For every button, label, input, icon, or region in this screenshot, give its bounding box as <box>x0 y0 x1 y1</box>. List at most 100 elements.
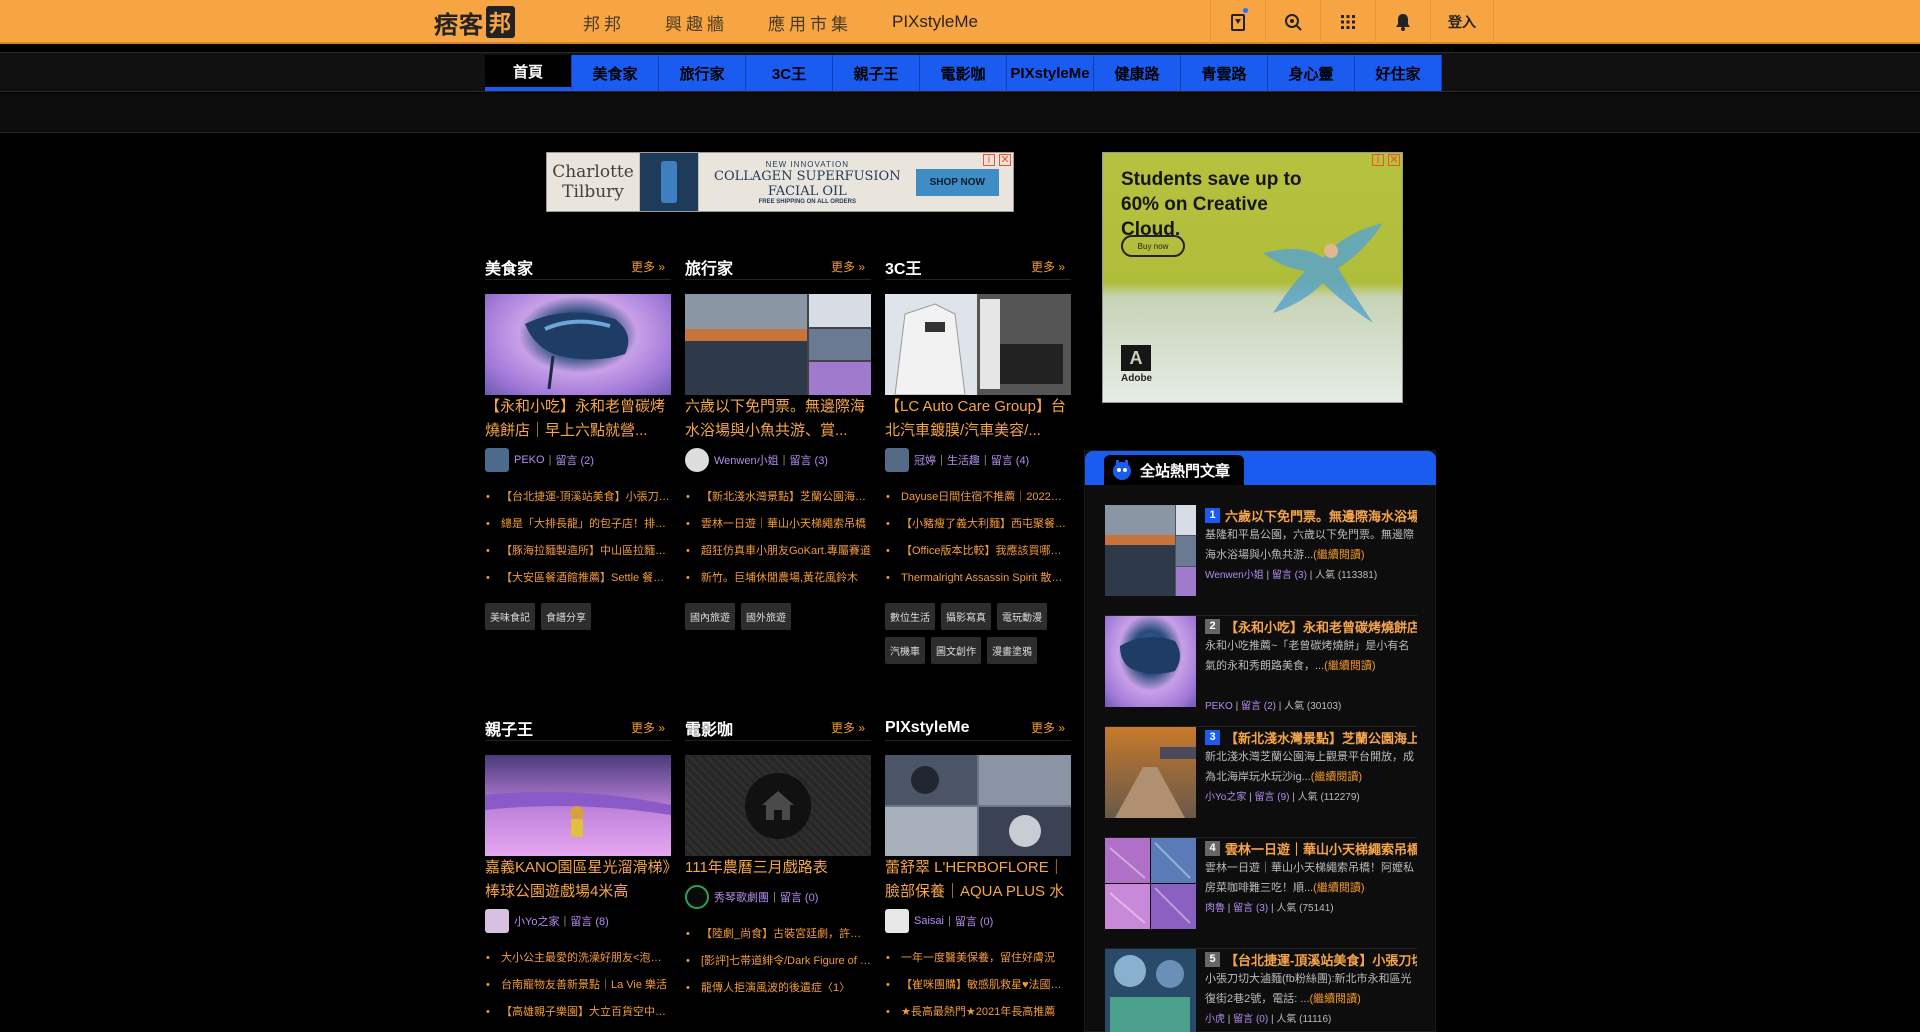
list-item[interactable]: 超狂仿真車小朋友GoKart.專屬賽道 <box>685 538 871 565</box>
top-nav-bangbang[interactable]: 邦邦 <box>583 10 625 35</box>
avatar[interactable] <box>885 448 909 472</box>
list-item[interactable]: 【台北捷運-頂溪站美食】小張刀切大滷麵(fb粉絲團) <box>485 484 671 511</box>
avatar[interactable] <box>485 448 509 472</box>
list-item[interactable]: 雲林一日遊｜華山小天梯繩索吊橋 <box>685 511 871 538</box>
list-item[interactable]: Dayuse日間住宿不推薦｜2022心得 <box>885 484 1071 511</box>
author-link[interactable]: Wenwen小姐 <box>1205 570 1264 581</box>
tag[interactable]: 食譜分享 <box>541 603 591 630</box>
comments-link[interactable]: 留言 (3) <box>1272 570 1307 581</box>
post-title-link[interactable]: 嘉義KANO園區星光溜滑梯》棒球公園遊戲場4米高 <box>485 859 670 900</box>
tab-home[interactable]: 首頁 <box>485 55 572 91</box>
author-link[interactable]: PEKO <box>514 454 545 466</box>
author-link[interactable]: 冠婷 <box>914 452 936 468</box>
comments-link[interactable]: 留言 (2) <box>1241 701 1276 712</box>
comments-link[interactable]: 留言 (3) <box>1233 903 1268 914</box>
avatar[interactable] <box>685 448 709 472</box>
hot-article-title[interactable]: 2 【永和小吃】永和老曾碳烤燒餅店 <box>1205 616 1417 636</box>
hot-article[interactable]: 5 【台北捷運-頂溪站美食】小張刀切 小張刀切大滷麵(fb粉絲團):新北市永和區光… <box>1105 949 1417 1032</box>
hot-article-thumbnail[interactable] <box>1105 505 1196 596</box>
banner-ad-top[interactable]: Charlotte Tilbury NEW INNOVATION COLLAGEN… <box>546 152 1014 212</box>
hot-article[interactable]: 3 【新北淺水灣景點】芝蘭公園海上 新北淺水灣芝蘭公園海上觀景平台開放，成為北海岸… <box>1105 727 1417 838</box>
comments-link[interactable]: 留言 (2) <box>555 452 594 468</box>
post-title-link[interactable]: 【LC Auto Care Group】台北汽車鍍膜/汽車美容/... <box>885 398 1066 439</box>
banner-ad-side[interactable]: Students save up to 60% on Creative Clou… <box>1102 152 1403 403</box>
hot-article[interactable]: 4 雲林一日遊｜華山小天梯繩索吊橋 雲林一日遊｜華山小天梯繩索吊橋！阿嬤私房菜咖啡… <box>1105 838 1417 949</box>
post-title-link[interactable]: 111年農曆三月戲路表 <box>685 859 828 876</box>
tag[interactable]: 美味食記 <box>485 603 535 630</box>
comments-link[interactable]: 留言 (3) <box>789 452 828 468</box>
more-link[interactable]: 更多 » <box>831 258 871 275</box>
tab-pixstyleme[interactable]: PIXstyleMe <box>1007 55 1094 91</box>
more-link[interactable]: 更多 » <box>1031 719 1071 736</box>
ad-info-icon[interactable]: i <box>1372 154 1384 166</box>
hot-article-thumbnail[interactable] <box>1105 727 1196 818</box>
hot-article-thumbnail[interactable] <box>1105 949 1196 1032</box>
list-item[interactable]: 【小豬瘦了義大利麵】西屯聚餐推薦 <box>885 511 1071 538</box>
hot-article-thumbnail[interactable] <box>1105 838 1196 929</box>
tab-food[interactable]: 美食家 <box>572 55 659 91</box>
tag[interactable]: 汽機車 <box>885 637 925 664</box>
avatar[interactable] <box>485 909 509 933</box>
comments-link[interactable]: 留言 (0) <box>780 889 819 905</box>
list-item[interactable]: 【Office版本比較】我應該買哪一版 <box>885 538 1071 565</box>
login-button[interactable]: 登入 <box>1430 0 1494 44</box>
tag[interactable]: 國內旅遊 <box>685 603 735 630</box>
more-link[interactable]: 更多 » <box>631 258 671 275</box>
post-title-link[interactable]: 蕾舒翠 L'HERBOFLORE｜臉部保養｜AQUA PLUS 水 <box>885 859 1064 900</box>
post-title-link[interactable]: 六歲以下免門票。無邊際海水浴場與小魚共游、賞... <box>685 398 865 439</box>
list-item[interactable]: ★長高最熱門★2021年長高推薦 <box>885 999 1071 1026</box>
top-nav-app-market[interactable]: 應用市集 <box>768 10 852 35</box>
list-item[interactable]: [影評]七帯道緋令/Dark Figure of Crime <box>685 948 871 975</box>
tag[interactable]: 圖文創作 <box>931 637 981 664</box>
list-item[interactable]: 龍傳人拒演風波的後遺症〈1〉 <box>685 975 871 1002</box>
more-link[interactable]: 更多 » <box>831 719 871 736</box>
post-thumbnail[interactable] <box>885 755 1071 856</box>
ad-close-icon[interactable]: ✕ <box>999 154 1011 166</box>
hot-article[interactable]: 2 【永和小吃】永和老曾碳烤燒餅店 永和小吃推薦~「老曾碳烤燒餅」是小有名氣的永和… <box>1105 616 1417 727</box>
tab-travel[interactable]: 旅行家 <box>659 55 746 91</box>
tag[interactable]: 數位生活 <box>885 603 935 630</box>
apps-button[interactable] <box>1320 0 1375 44</box>
author-link[interactable]: 小Yo之家 <box>1205 792 1246 803</box>
hot-article-thumbnail[interactable] <box>1105 616 1196 707</box>
comments-link[interactable]: 留言 (0) <box>955 913 994 929</box>
list-item[interactable]: 【陸劇_尚食】古裝宮廷劇，許凱主演 <box>685 921 871 948</box>
list-item[interactable]: 台南寵物友善新景點｜La Vie 樂活 <box>485 972 671 999</box>
post-title-link[interactable]: 【永和小吃】永和老曾碳烤燒餅店｜早上六點就營... <box>485 398 665 439</box>
top-nav-interest-wall[interactable]: 興趣牆 <box>665 10 728 35</box>
pixnet-logo[interactable]: 痞客邦 <box>434 6 516 39</box>
author-link[interactable]: 小Yo之家 <box>514 913 559 929</box>
tab-parenting[interactable]: 親子王 <box>833 55 920 91</box>
comments-link[interactable]: 留言 (9) <box>1255 792 1290 803</box>
comments-link[interactable]: 留言 (4) <box>991 452 1030 468</box>
tag[interactable]: 漫畫塗鴉 <box>987 637 1037 664</box>
tab-movie[interactable]: 電影咖 <box>920 55 1007 91</box>
hot-article-title[interactable]: 5 【台北捷運-頂溪站美食】小張刀切 <box>1205 949 1417 969</box>
more-link[interactable]: 更多 » <box>1031 258 1071 275</box>
author-link[interactable]: 秀琴歌劇團 <box>714 889 769 905</box>
comments-link[interactable]: 留言 (0) <box>1233 1014 1268 1025</box>
list-item[interactable]: 【崔咪團購】敏感肌救星♥法國醫美 <box>885 972 1071 999</box>
post-thumbnail[interactable] <box>485 294 671 395</box>
post-thumbnail[interactable] <box>885 294 1071 395</box>
ad-shop-now-button[interactable]: SHOP NOW <box>915 168 999 196</box>
tab-3c[interactable]: 3C王 <box>746 55 833 91</box>
author-link[interactable]: Saisai <box>914 915 944 927</box>
hot-article-title[interactable]: 4 雲林一日遊｜華山小天梯繩索吊橋 <box>1205 838 1417 858</box>
list-item[interactable]: 【大安區餐酒館推薦】Settle 餐酒館 <box>485 565 671 592</box>
tab-career[interactable]: 青雲路 <box>1181 55 1268 91</box>
comments-link[interactable]: 留言 (8) <box>570 913 609 929</box>
more-link[interactable]: 更多 » <box>631 719 671 736</box>
avatar[interactable] <box>685 885 709 909</box>
ad-buy-now-button[interactable]: Buy now <box>1121 235 1185 257</box>
list-item[interactable]: 大小公主最愛的洗澡好朋友<泡澡球> <box>485 945 671 972</box>
list-item[interactable]: 【新北淺水灣景點】芝蘭公園海上觀景平台 <box>685 484 871 511</box>
tag[interactable]: 電玩動漫 <box>997 603 1047 630</box>
list-item[interactable]: 【豚海拉麵製造所】中山區拉麵推薦 <box>485 538 671 565</box>
bookmark-button[interactable] <box>1210 0 1265 44</box>
top-nav-pixstyleme[interactable]: PIXstyleMe <box>892 12 978 32</box>
author-link[interactable]: 小虎 <box>1205 1014 1225 1025</box>
hot-article[interactable]: 1 六歲以下免門票。無邊際海水浴場 基隆和平島公園，六歲以下免門票。無邊際海水浴場… <box>1105 505 1417 616</box>
ad-close-icon[interactable]: ✕ <box>1388 154 1400 166</box>
author-link[interactable]: 肉魯 <box>1205 903 1225 914</box>
